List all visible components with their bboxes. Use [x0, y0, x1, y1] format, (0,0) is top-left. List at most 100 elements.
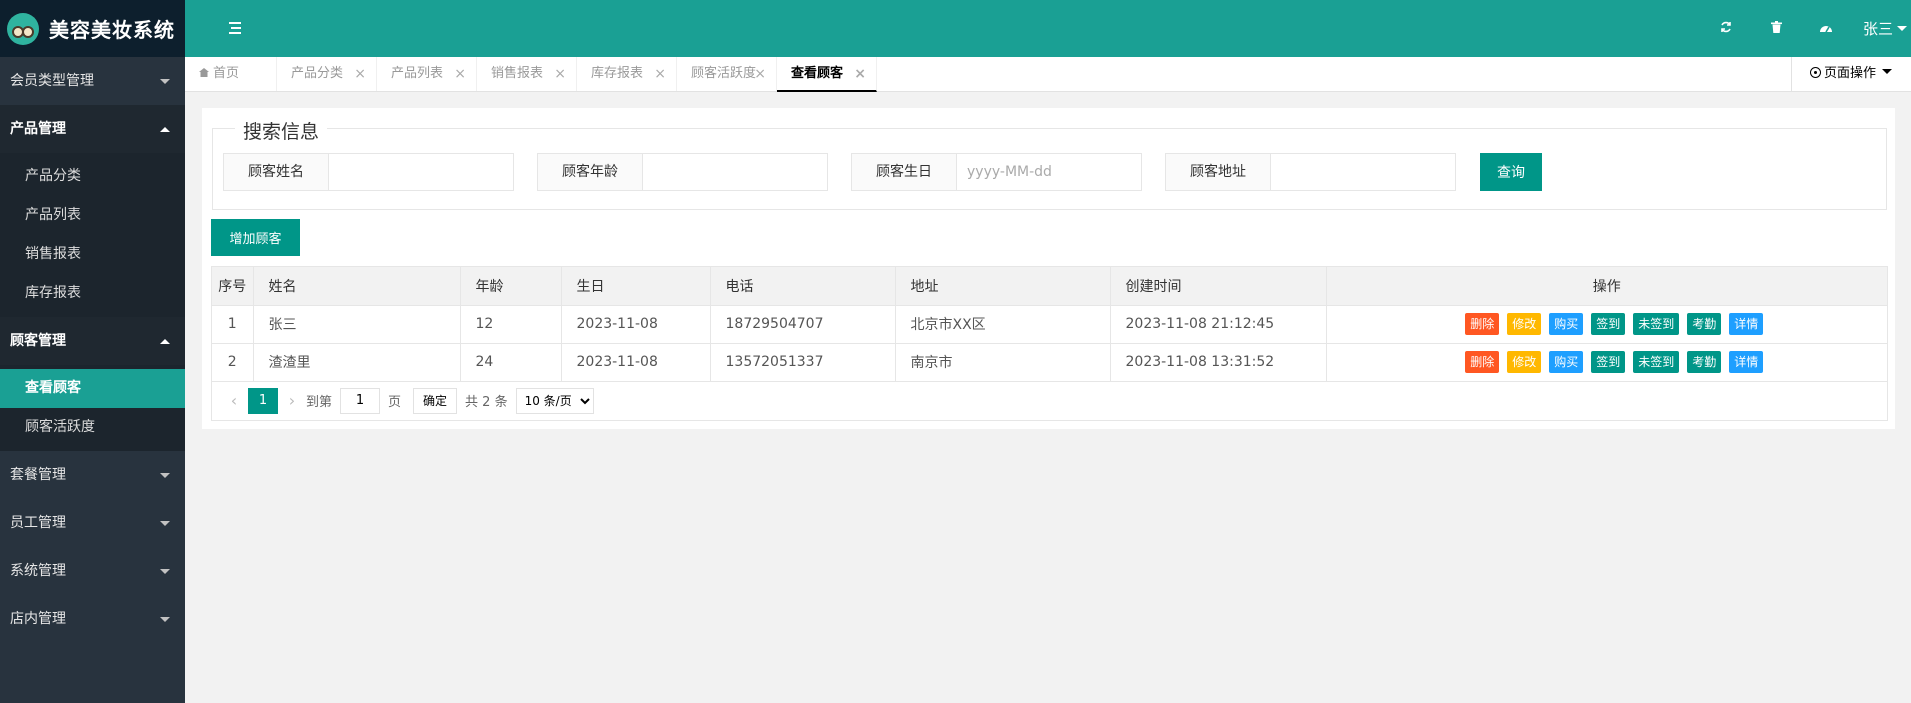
main-panel: 搜索信息 顾客姓名 顾客年龄 顾客生日 顾客地址 查询 增加顾客 [202, 108, 1895, 429]
sidebar-item-stock-report[interactable]: 库存报表 [0, 274, 185, 313]
close-icon[interactable]: × [454, 57, 466, 91]
sidebar-customers-submenu: 查看顾客 顾客活跃度 [0, 365, 185, 451]
cell-address: 北京市XX区 [895, 305, 1111, 344]
close-icon[interactable]: × [754, 57, 766, 91]
logo-area[interactable]: 美容美妆系统 [0, 0, 185, 57]
sidebar-group-customers[interactable]: 顾客管理 [0, 317, 185, 365]
query-button[interactable]: 查询 [1480, 153, 1542, 191]
tab-bar: 首页 产品分类 × 产品列表 × 销售报表 × 库存报表 × 顾客活跃度 × 查看顾客 × … [185, 57, 1911, 92]
sidebar-item-product-list[interactable]: 产品列表 [0, 196, 185, 235]
not-signed-in-button[interactable]: 未签到 [1633, 351, 1680, 373]
column-header: 地址 [895, 267, 1111, 306]
search-field-address: 顾客地址 [1165, 153, 1456, 191]
chevron-down-icon [160, 569, 170, 579]
search-field-age: 顾客年龄 [537, 153, 828, 191]
sidebar-products-submenu: 产品分类 产品列表 销售报表 库存报表 [0, 153, 185, 317]
details-button[interactable]: 详情 [1729, 351, 1764, 373]
refresh-icon[interactable] [1701, 21, 1751, 37]
sidebar-item-product-category[interactable]: 产品分类 [0, 157, 185, 196]
tab-customer-activity[interactable]: 顾客活跃度 × [677, 57, 777, 91]
page-number-current[interactable]: 1 [248, 387, 278, 414]
attendance-button[interactable]: 考勤 [1687, 313, 1722, 335]
sidebar-group-staff[interactable]: 员工管理 [0, 499, 185, 547]
tab-view-customers[interactable]: 查看顾客 × [777, 57, 877, 92]
cell-age: 24 [460, 343, 562, 382]
sidebar-group-packages[interactable]: 套餐管理 [0, 451, 185, 499]
field-label: 顾客年龄 [537, 153, 643, 191]
close-icon[interactable]: × [354, 57, 366, 91]
table-row: 1 张三 12 2023-11-08 18729504707 北京市XX区 20… [212, 305, 1887, 344]
sidebar-group-system[interactable]: 系统管理 [0, 547, 185, 595]
column-header: 操作 [1326, 267, 1887, 306]
not-signed-in-button[interactable]: 未签到 [1633, 313, 1680, 335]
sidebar-group-member-types[interactable]: 会员类型管理 [0, 57, 185, 105]
field-label: 顾客姓名 [223, 153, 329, 191]
dashboard-icon[interactable] [1801, 21, 1851, 37]
cell-address: 南京市 [895, 343, 1111, 382]
chevron-down-icon [160, 521, 170, 531]
next-page-icon[interactable]: › [278, 391, 306, 410]
tab-product-list[interactable]: 产品列表 × [377, 57, 477, 91]
delete-button[interactable]: 删除 [1465, 351, 1500, 373]
prev-page-icon[interactable]: ‹ [220, 391, 248, 410]
trash-icon[interactable] [1751, 20, 1801, 37]
sidebar-group-products[interactable]: 产品管理 [0, 105, 185, 153]
search-field-name: 顾客姓名 [223, 153, 514, 191]
sign-in-button[interactable]: 签到 [1591, 313, 1626, 335]
edit-button[interactable]: 修改 [1507, 351, 1542, 373]
customer-age-input[interactable] [643, 153, 828, 191]
purchase-button[interactable]: 购买 [1549, 351, 1584, 373]
table-header-row: 序号 姓名 年龄 生日 电话 地址 创建时间 操作 [212, 267, 1887, 306]
logo-icon [7, 12, 39, 45]
cell-index: 2 [212, 343, 254, 382]
header-toolbar: 张三 [1701, 0, 1911, 57]
cell-name: 张三 [253, 305, 461, 344]
tab-home[interactable]: 首页 [185, 57, 277, 91]
details-button[interactable]: 详情 [1729, 313, 1764, 335]
cell-birthday: 2023-11-08 [561, 305, 711, 344]
tab-sales-report[interactable]: 销售报表 × [477, 57, 577, 91]
edit-button[interactable]: 修改 [1507, 313, 1542, 335]
customer-address-input[interactable] [1271, 153, 1456, 191]
table-row: 2 渣渣里 24 2023-11-08 13572051337 南京市 2023… [212, 343, 1887, 382]
close-icon[interactable]: × [654, 57, 666, 91]
goto-page-input[interactable] [340, 387, 381, 414]
customer-birthday-input[interactable] [957, 153, 1142, 191]
goto-confirm-button[interactable]: 确定 [413, 387, 458, 414]
field-label: 顾客生日 [851, 153, 957, 191]
pagination: ‹ 1 › 到第 页 确定 共 2 条 10 条/页 [212, 382, 1887, 420]
sidebar-item-view-customers[interactable]: 查看顾客 [0, 369, 185, 408]
chevron-up-icon [160, 122, 170, 132]
add-customer-button[interactable]: 增加顾客 [211, 219, 300, 256]
goto-prefix: 到第 [306, 395, 333, 410]
purchase-button[interactable]: 购买 [1549, 313, 1584, 335]
search-fieldset: 搜索信息 顾客姓名 顾客年龄 顾客生日 顾客地址 查询 [212, 117, 1887, 210]
user-menu[interactable]: 张三 [1851, 18, 1911, 39]
close-icon[interactable]: × [854, 57, 866, 91]
home-icon [199, 68, 209, 77]
tab-stock-report[interactable]: 库存报表 × [577, 57, 677, 91]
attendance-button[interactable]: 考勤 [1687, 351, 1722, 373]
sidebar-item-sales-report[interactable]: 销售报表 [0, 235, 185, 274]
delete-button[interactable]: 删除 [1465, 313, 1500, 335]
cell-birthday: 2023-11-08 [561, 343, 711, 382]
close-icon[interactable]: × [554, 57, 566, 91]
menu-toggle-icon[interactable] [225, 19, 247, 39]
cell-created: 2023-11-08 21:12:45 [1110, 305, 1327, 344]
chevron-down-icon [160, 79, 170, 89]
page-size-select[interactable]: 10 条/页 [515, 387, 594, 414]
sign-in-button[interactable]: 签到 [1591, 351, 1626, 373]
sidebar-group-store[interactable]: 店内管理 [0, 595, 185, 643]
field-label: 顾客地址 [1165, 153, 1271, 191]
cell-age: 12 [460, 305, 562, 344]
page-operations-menu[interactable]: 页面操作 [1791, 57, 1911, 91]
tab-product-category[interactable]: 产品分类 × [277, 57, 377, 91]
cell-phone: 18729504707 [710, 305, 896, 344]
customer-name-input[interactable] [329, 153, 514, 191]
sidebar-item-customer-activity[interactable]: 顾客活跃度 [0, 408, 185, 447]
chevron-down-icon [1882, 69, 1893, 79]
user-name: 张三 [1863, 20, 1894, 38]
target-icon [1810, 67, 1821, 78]
column-header: 年龄 [460, 267, 562, 306]
cell-actions: 删除 修改 购买 签到 未签到 考勤 详情 [1326, 305, 1887, 344]
